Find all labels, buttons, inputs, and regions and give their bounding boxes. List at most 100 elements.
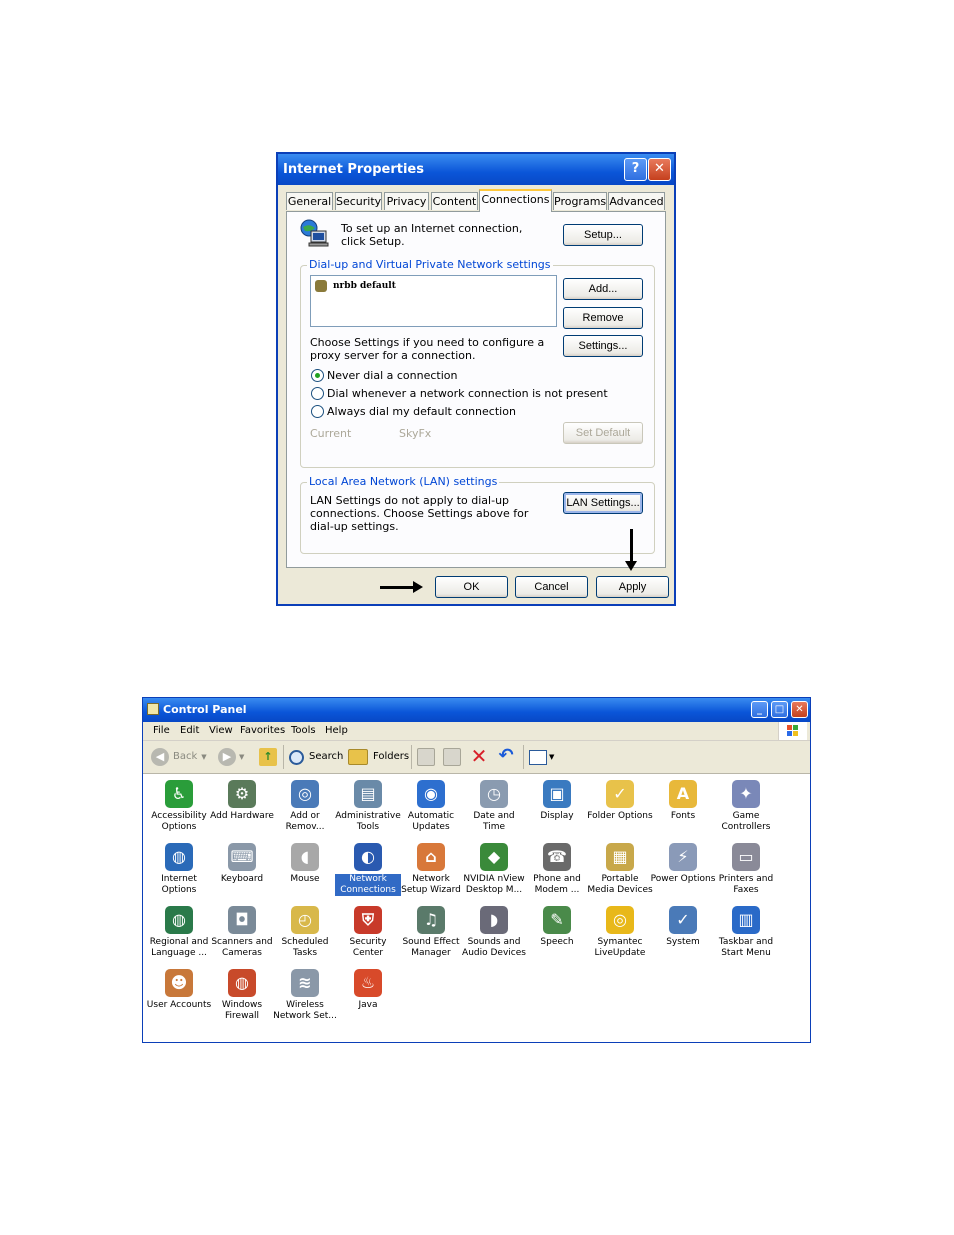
control-panel-item[interactable]: ◷ Date and Time — [461, 780, 527, 833]
radio-always-dial[interactable] — [311, 405, 324, 418]
house-icon: ⌂ — [417, 843, 445, 871]
phone-icon: ☎ — [543, 843, 571, 871]
setup-description: To set up an Internet connection, click … — [341, 222, 523, 248]
control-panel-item-label: Mouse — [290, 874, 320, 884]
tab-advanced[interactable]: Advanced — [608, 192, 665, 210]
power-icon: ⚡ — [669, 843, 697, 871]
delete-icon[interactable]: ✕ — [469, 746, 489, 766]
folders-button[interactable]: Folders — [348, 747, 409, 767]
ok-button[interactable]: OK — [435, 576, 508, 598]
radio-dial-whenever-label[interactable]: Dial whenever a network connection is no… — [327, 387, 608, 400]
control-panel-item[interactable]: ▭ Printers and Faxes — [713, 843, 779, 896]
control-panel-item[interactable]: ✓ Folder Options — [587, 780, 653, 822]
control-panel-item[interactable]: ▦ Portable Media Devices — [587, 843, 653, 896]
control-panel-item[interactable]: ⚙ Add Hardware — [209, 780, 275, 822]
current-label: Current — [310, 427, 352, 440]
control-panel-item[interactable]: ◍ Windows Firewall — [209, 969, 275, 1022]
copy-to-icon[interactable] — [443, 748, 461, 766]
connections-listbox[interactable]: nrbb default — [310, 275, 557, 327]
control-panel-item[interactable]: ▤ Administrative Tools — [335, 780, 401, 833]
menu-file[interactable]: File — [153, 724, 170, 738]
add-button[interactable]: Add... — [563, 278, 643, 300]
menu-edit[interactable]: Edit — [180, 724, 199, 738]
cancel-button[interactable]: Cancel — [515, 576, 588, 598]
control-panel-item[interactable]: ◐ Network Connections — [335, 843, 401, 896]
menu-view[interactable]: View — [209, 724, 233, 738]
views-button[interactable]: ▼ — [529, 748, 554, 766]
set-default-button[interactable]: Set Default — [563, 422, 643, 444]
tab-connections[interactable]: Connections — [479, 189, 552, 212]
settings-button[interactable]: Settings... — [563, 335, 643, 357]
radio-dial-whenever[interactable] — [311, 387, 324, 400]
control-panel-item[interactable]: ⌨ Keyboard — [209, 843, 275, 885]
nvidia-icon: ◆ — [480, 843, 508, 871]
back-button[interactable]: ◀ Back ▼ — [151, 747, 207, 767]
control-panel-item[interactable]: ☎ Phone and Modem ... — [524, 843, 590, 896]
control-panel-item-label: Wireless Network Set... — [273, 1000, 337, 1021]
radio-never-dial-label[interactable]: Never dial a connection — [327, 369, 457, 382]
radio-never-dial[interactable] — [311, 369, 324, 382]
control-panel-item-label: Regional and Language ... — [149, 937, 209, 958]
minimize-button[interactable]: _ — [751, 701, 768, 718]
control-panel-item[interactable]: ◉ Automatic Updates — [398, 780, 464, 833]
speaker-icon: ◗ — [480, 906, 508, 934]
lan-settings-button[interactable]: LAN Settings... — [563, 492, 643, 514]
undo-icon[interactable]: ↶ — [496, 746, 516, 766]
tab-security[interactable]: Security — [335, 192, 382, 210]
java-icon: ♨ — [354, 969, 382, 997]
list-item[interactable]: nrbb default — [315, 279, 396, 293]
move-to-icon[interactable] — [417, 748, 435, 766]
menu-help[interactable]: Help — [325, 724, 348, 738]
help-button[interactable]: ? — [624, 158, 647, 181]
control-panel-item[interactable]: ≋ Wireless Network Set... — [272, 969, 338, 1022]
forward-button[interactable]: ▶ ▼ — [218, 747, 244, 767]
control-panel-item[interactable]: ▣ Display — [524, 780, 590, 822]
up-folder-icon[interactable]: ↑ — [259, 748, 277, 766]
proxy-description: Choose Settings if you need to configure… — [310, 336, 545, 362]
control-panel-item[interactable]: ◘ Scanners and Cameras — [209, 906, 275, 959]
control-panel-item[interactable]: ◗ Sounds and Audio Devices — [461, 906, 527, 959]
control-panel-item[interactable]: ◎ Add or Remov... — [272, 780, 338, 833]
control-panel-item[interactable]: ♿ Accessibility Options — [146, 780, 212, 833]
control-panel-item[interactable]: ◴ Scheduled Tasks — [272, 906, 338, 959]
menu-bar: File Edit View Favorites Tools Help — [143, 722, 810, 741]
tab-content[interactable]: Content — [431, 192, 478, 210]
control-panel-item[interactable]: ▥ Taskbar and Start Menu — [713, 906, 779, 959]
tab-programs[interactable]: Programs — [553, 192, 607, 210]
control-panel-item[interactable]: ☻ User Accounts — [146, 969, 212, 1011]
printer-icon: ▭ — [732, 843, 760, 871]
control-panel-item[interactable]: ✓ System — [650, 906, 716, 948]
remove-button[interactable]: Remove — [563, 307, 643, 329]
control-panel-item[interactable]: ◍ Internet Options — [146, 843, 212, 896]
radio-always-dial-label[interactable]: Always dial my default connection — [327, 405, 516, 418]
firewall-icon: ◍ — [228, 969, 256, 997]
control-panel-item-label: Java — [358, 1000, 378, 1010]
control-panel-item[interactable]: ⚡ Power Options — [650, 843, 716, 885]
apply-button[interactable]: Apply — [596, 576, 669, 598]
control-panel-item-label: Automatic Updates — [407, 811, 455, 832]
control-panel-item[interactable]: A Fonts — [650, 780, 716, 822]
control-panel-item-label: Security Center — [349, 937, 387, 958]
control-panel-item[interactable]: ♫ Sound Effect Manager — [398, 906, 464, 959]
control-panel-item[interactable]: ⛨ Security Center — [335, 906, 401, 959]
control-panel-item[interactable]: ◆ NVIDIA nView Desktop M... — [461, 843, 527, 896]
network-computer-icon — [299, 218, 329, 248]
tab-privacy[interactable]: Privacy — [384, 192, 429, 210]
control-panel-item[interactable]: ◖ Mouse — [272, 843, 338, 885]
control-panel-item[interactable]: ⌂ Network Setup Wizard — [398, 843, 464, 896]
close-button[interactable]: ✕ — [648, 158, 671, 181]
control-panel-item[interactable]: ✎ Speech — [524, 906, 590, 948]
menu-tools[interactable]: Tools — [291, 724, 316, 738]
control-panel-item[interactable]: ◎ Symantec LiveUpdate — [587, 906, 653, 959]
maximize-button[interactable]: □ — [771, 701, 788, 718]
tab-general[interactable]: General — [286, 192, 333, 210]
control-panel-item[interactable]: ✦ Game Controllers — [713, 780, 779, 833]
control-panel-item[interactable]: ♨ Java — [335, 969, 401, 1011]
system-icon: ✓ — [669, 906, 697, 934]
chevron-down-icon: ▼ — [201, 753, 207, 761]
setup-button[interactable]: Setup... — [563, 224, 643, 246]
search-button[interactable]: Search — [289, 747, 343, 767]
close-window-button[interactable]: ✕ — [791, 701, 808, 718]
control-panel-item[interactable]: ◍ Regional and Language ... — [146, 906, 212, 959]
menu-favorites[interactable]: Favorites — [240, 724, 285, 738]
